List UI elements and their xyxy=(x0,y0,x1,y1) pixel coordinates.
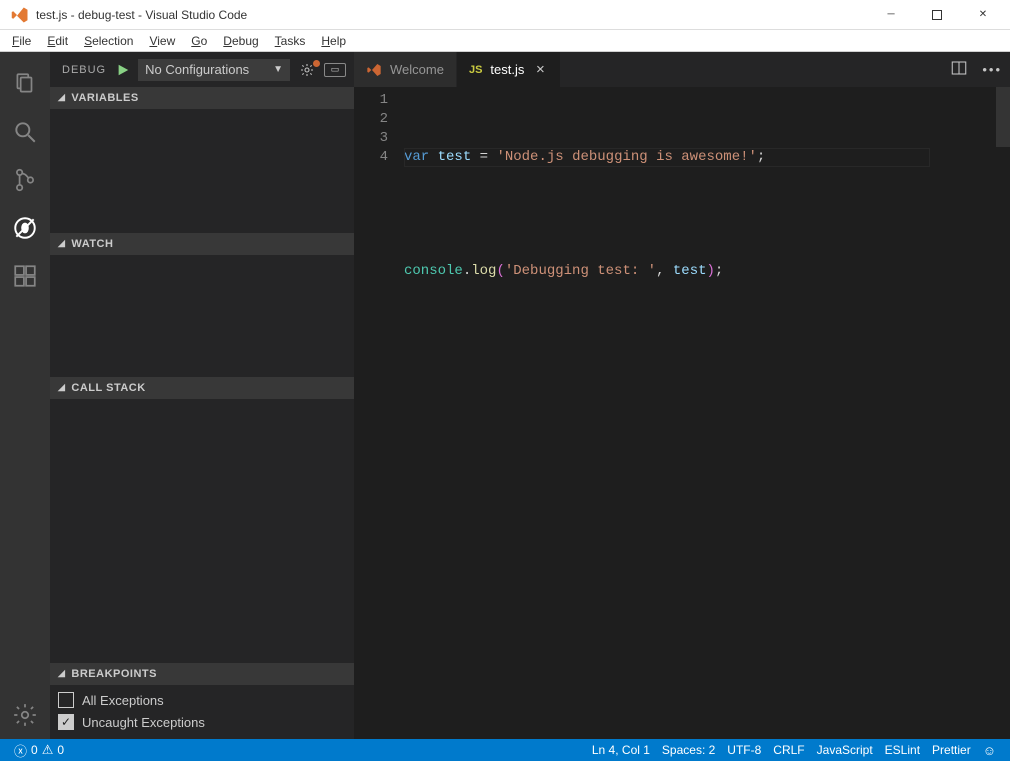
debug-config-selected: No Configurations xyxy=(145,62,249,77)
window-title: test.js - debug-test - Visual Studio Cod… xyxy=(36,8,868,22)
status-eslint[interactable]: ESLint xyxy=(879,739,926,761)
activity-bar xyxy=(0,52,50,739)
debug-sidebar: DEBUG No Configurations ▼ ▭ ◢Variables ◢… xyxy=(50,52,354,739)
activity-scm-icon[interactable] xyxy=(0,156,50,204)
section-watch-header[interactable]: ◢Watch xyxy=(50,233,354,255)
status-cursor-position[interactable]: Ln 4, Col 1 xyxy=(586,739,656,761)
section-callstack-header[interactable]: ◢Call Stack xyxy=(50,377,354,399)
twistie-icon: ◢ xyxy=(58,382,65,393)
status-prettier[interactable]: Prettier xyxy=(926,739,977,761)
twistie-icon: ◢ xyxy=(58,238,65,249)
section-callstack-body xyxy=(50,399,354,663)
checkbox-unchecked-icon[interactable] xyxy=(58,692,74,708)
section-watch-body xyxy=(50,255,354,377)
debug-config-select[interactable]: No Configurations ▼ xyxy=(138,59,290,81)
section-breakpoints-header[interactable]: ◢Breakpoints xyxy=(50,663,354,685)
status-bar: ⓧ0 ⚠0 Ln 4, Col 1 Spaces: 2 UTF-8 CRLF J… xyxy=(0,739,1010,761)
window-close-button[interactable]: ✕ xyxy=(960,0,1006,30)
editor-tabs: Welcome JS test.js × ••• xyxy=(354,52,1010,87)
menu-selection[interactable]: Selection xyxy=(76,32,141,50)
status-indentation[interactable]: Spaces: 2 xyxy=(656,739,721,761)
activity-search-icon[interactable] xyxy=(0,108,50,156)
menu-view[interactable]: View xyxy=(141,32,183,50)
menu-tasks[interactable]: Tasks xyxy=(267,32,314,50)
chevron-down-icon: ▼ xyxy=(273,64,283,75)
menu-help[interactable]: Help xyxy=(313,32,354,50)
vscode-logo-icon xyxy=(10,5,30,25)
tab-close-button[interactable]: × xyxy=(532,62,548,78)
js-file-icon: JS xyxy=(469,64,482,76)
code-editor[interactable]: 1 2 3 4 var test = 'Node.js debugging is… xyxy=(354,87,1010,739)
start-debug-button[interactable] xyxy=(114,61,132,79)
debug-header: DEBUG No Configurations ▼ ▭ xyxy=(50,52,354,87)
error-icon: ⓧ xyxy=(14,741,27,760)
status-language[interactable]: JavaScript xyxy=(811,739,879,761)
tab-testjs[interactable]: JS test.js × xyxy=(457,52,561,87)
editor-group: Welcome JS test.js × ••• 1 2 3 4 xyxy=(354,52,1010,739)
checkbox-checked-icon[interactable]: ✓ xyxy=(58,714,74,730)
section-variables-body xyxy=(50,109,354,233)
tab-label: Welcome xyxy=(390,62,444,77)
twistie-icon: ◢ xyxy=(58,92,65,103)
line-number-gutter: 1 2 3 4 xyxy=(354,87,404,739)
vertical-scrollbar[interactable] xyxy=(996,87,1010,739)
debug-config-gear-button[interactable] xyxy=(296,62,318,78)
window-maximize-button[interactable] xyxy=(914,0,960,30)
status-encoding[interactable]: UTF-8 xyxy=(721,739,767,761)
activity-explorer-icon[interactable] xyxy=(0,60,50,108)
twistie-icon: ◢ xyxy=(58,668,65,679)
activity-extensions-icon[interactable] xyxy=(0,252,50,300)
menu-debug[interactable]: Debug xyxy=(215,32,266,50)
status-problems[interactable]: ⓧ0 ⚠0 xyxy=(8,739,70,761)
activity-settings-icon[interactable] xyxy=(0,691,50,739)
window-titlebar: test.js - debug-test - Visual Studio Cod… xyxy=(0,0,1010,30)
menu-go[interactable]: Go xyxy=(183,32,215,50)
tab-welcome[interactable]: Welcome xyxy=(354,52,457,87)
status-feedback-icon[interactable]: ☺ xyxy=(977,739,1002,761)
tab-label: test.js xyxy=(490,62,524,77)
breakpoint-uncaught-exceptions[interactable]: ✓ Uncaught Exceptions xyxy=(58,711,346,733)
menu-file[interactable]: File xyxy=(4,32,39,50)
activity-debug-icon[interactable] xyxy=(0,204,50,252)
status-eol[interactable]: CRLF xyxy=(767,739,810,761)
code-content[interactable]: var test = 'Node.js debugging is awesome… xyxy=(404,87,1010,739)
breakpoints-list: All Exceptions ✓ Uncaught Exceptions xyxy=(50,685,354,739)
config-warning-dot-icon xyxy=(313,60,320,67)
breakpoint-all-exceptions[interactable]: All Exceptions xyxy=(58,689,346,711)
debug-title: DEBUG xyxy=(62,64,106,76)
scrollbar-thumb[interactable] xyxy=(996,87,1010,147)
debug-console-button[interactable]: ▭ xyxy=(324,63,346,77)
section-variables-header[interactable]: ◢Variables xyxy=(50,87,354,109)
warning-icon: ⚠ xyxy=(42,742,54,758)
window-minimize-button[interactable]: ─ xyxy=(868,0,914,30)
menu-edit[interactable]: Edit xyxy=(39,32,76,50)
split-editor-button[interactable] xyxy=(950,59,968,80)
vscode-icon xyxy=(366,62,382,78)
menubar: File Edit Selection View Go Debug Tasks … xyxy=(0,30,1010,52)
more-actions-button[interactable]: ••• xyxy=(982,62,1002,77)
